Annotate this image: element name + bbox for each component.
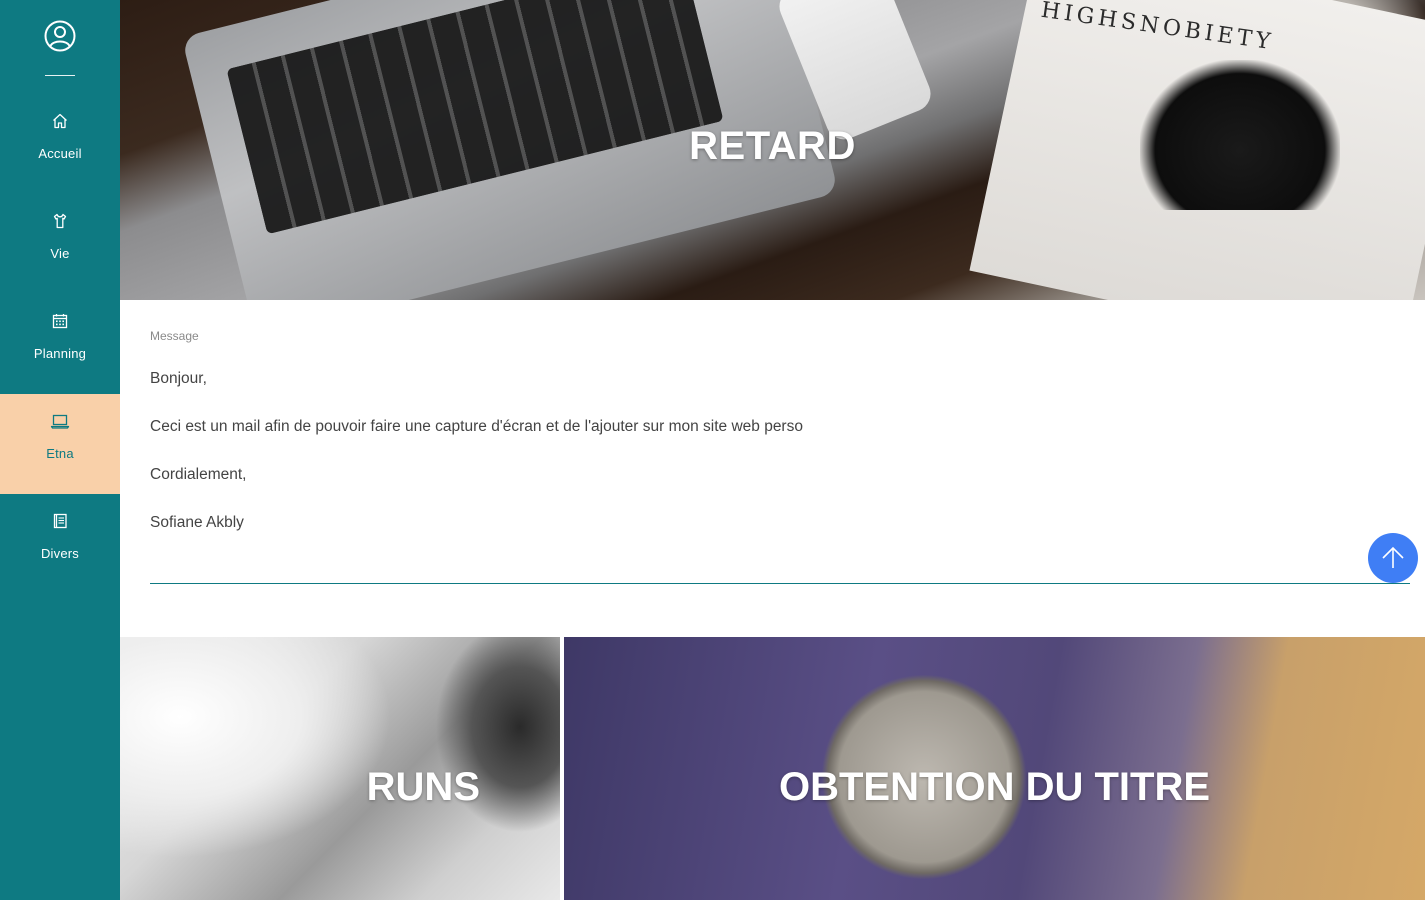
sidebar-item-label: Vie (50, 246, 70, 261)
sidebar-item-divers[interactable]: Divers (0, 494, 120, 594)
sidebar-item-label: Divers (40, 546, 80, 561)
message-line-signature: Sofiane Akbly (150, 514, 244, 531)
user-circle-icon[interactable] (44, 20, 76, 52)
sidebar-item-planning[interactable]: Planning (0, 294, 120, 394)
back-to-top-button[interactable] (1368, 533, 1418, 583)
sidebar-item-vie[interactable]: Vie (0, 194, 120, 294)
message-caption: Message (150, 329, 199, 343)
sidebar-item-accueil[interactable]: Accueil (0, 94, 120, 194)
sidebar-item-label: Planning (33, 346, 87, 361)
profile-section[interactable] (0, 0, 120, 90)
sidebar-item-etna[interactable]: Etna (0, 394, 120, 494)
profile-divider (45, 75, 75, 76)
home-icon (53, 113, 67, 129)
sidebar: Accueil Vie Planning Etna Divers (0, 0, 120, 900)
shirt-icon (53, 213, 67, 229)
message-line-closing: Cordialement, (150, 466, 247, 483)
page-title: RETARD (689, 124, 856, 168)
message-line-body: Ceci est un mail afin de pouvoir faire u… (150, 418, 803, 435)
message-underline (150, 583, 1410, 584)
hero-banner: HIGHSNOBIETY RETARD (120, 0, 1425, 300)
message-section: Message Bonjour, Ceci est un mail afin d… (150, 329, 1410, 584)
notebook-icon (53, 513, 67, 529)
sidebar-item-label: Accueil (38, 146, 82, 161)
message-body[interactable]: Bonjour, Ceci est un mail afin de pouvoi… (150, 370, 1410, 562)
message-line-greeting: Bonjour, (150, 370, 207, 387)
arrow-up-icon (1382, 546, 1404, 568)
calendar-icon (52, 314, 68, 329)
sidebar-item-label: Etna (46, 446, 74, 461)
card-title: OBTENTION DU TITRE (778, 765, 1211, 809)
laptop-icon (50, 414, 70, 429)
card-title: RUNS (366, 765, 480, 809)
card-obtention-du-titre[interactable]: OBTENTION DU TITRE (564, 637, 1425, 900)
card-runs[interactable]: RUNS (120, 637, 560, 900)
